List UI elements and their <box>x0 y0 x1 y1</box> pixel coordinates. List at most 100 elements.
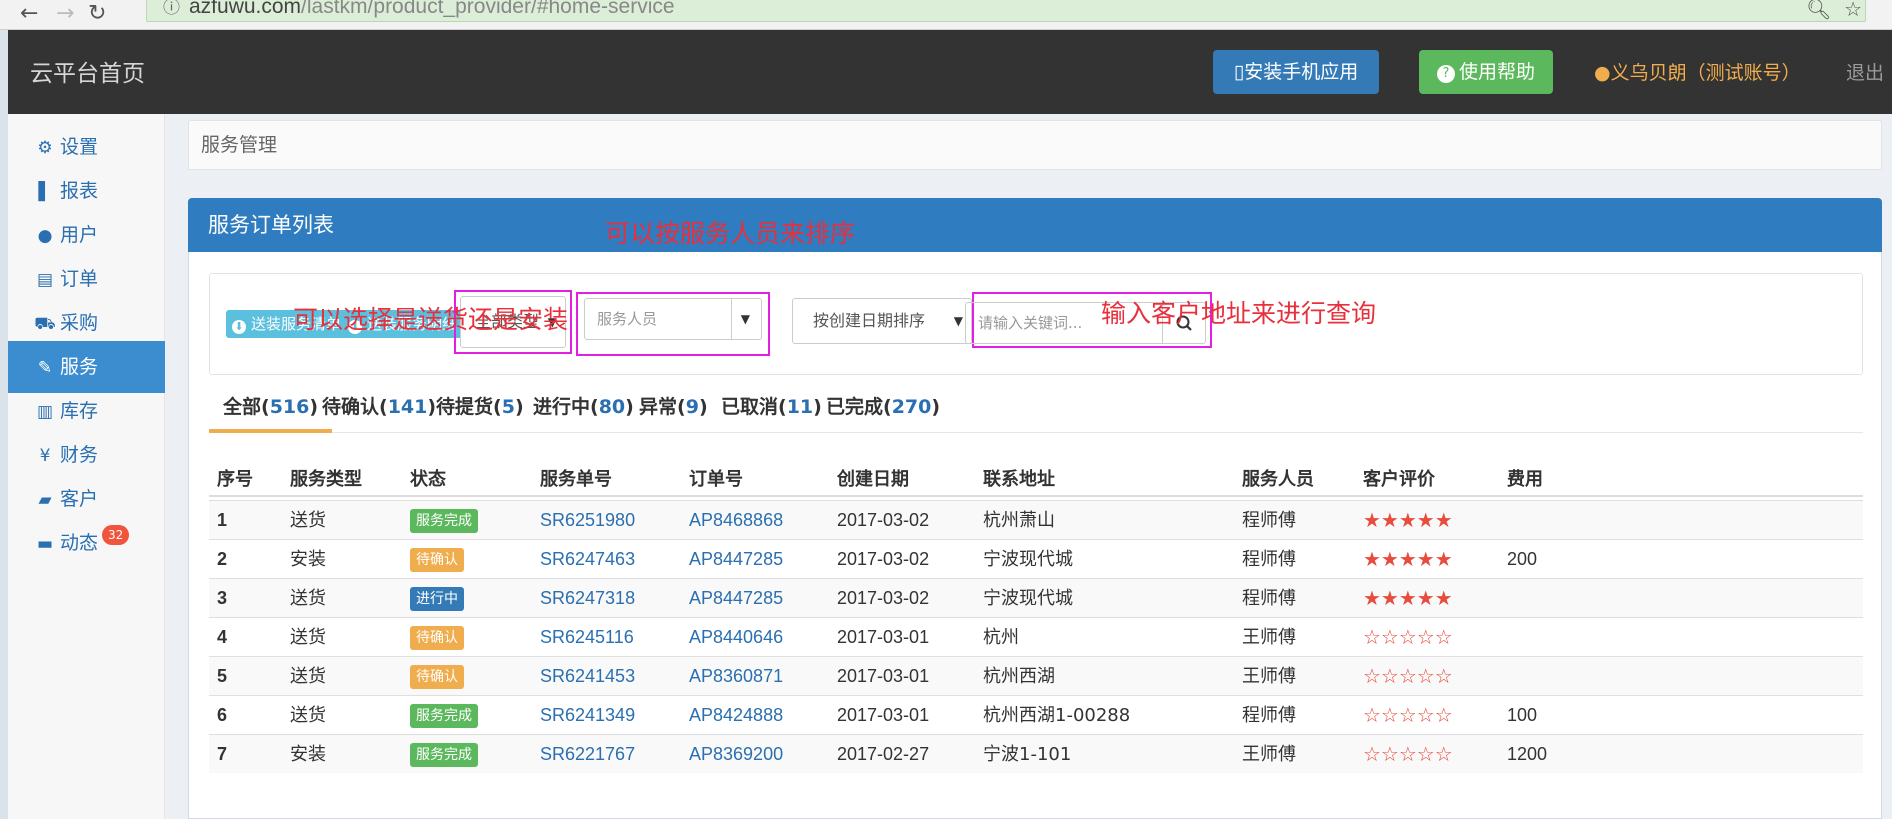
service-number-link[interactable]: SR6251980 <box>540 501 635 540</box>
customer-rating: ☆☆☆☆☆ <box>1363 657 1453 696</box>
column-header[interactable]: 联系地址 <box>983 458 1055 505</box>
status-cell: 待确认 <box>410 657 464 696</box>
service-number-link[interactable]: SR6241453 <box>540 657 635 696</box>
column-header[interactable]: 序号 <box>217 458 253 505</box>
status-badge: 待确认 <box>410 665 464 690</box>
contact-address: 杭州萧山 <box>983 510 1055 531</box>
service-number-link[interactable]: SR6221767 <box>540 735 635 774</box>
order-number-link[interactable]: AP8369200 <box>689 735 783 774</box>
tab-label: 已完成 <box>826 396 884 418</box>
star-rating-icon: ☆☆☆☆☆ <box>1363 664 1453 688</box>
order-number-link[interactable]: AP8447285 <box>689 579 783 618</box>
tab-count: 270 <box>891 396 932 418</box>
tab-count: 9 <box>685 396 699 418</box>
window-edge <box>0 30 8 819</box>
contact-address: 宁波现代城 <box>983 588 1073 609</box>
created-date: 2017-03-01 <box>837 627 930 647</box>
row-index: 7 <box>217 744 228 764</box>
order-number-link[interactable]: AP8447285 <box>689 540 783 579</box>
order-number-link[interactable]: AP8424888 <box>689 696 783 735</box>
service-number-link[interactable]: SR6241349 <box>540 696 635 735</box>
customer-rating: ☆☆☆☆☆ <box>1363 735 1453 774</box>
caret-down-icon: ▼ <box>740 312 750 326</box>
download-icon: ⬇ <box>232 320 246 334</box>
toolbar-icons: 🔍︎ ☆ <box>1806 0 1862 21</box>
tab-status-1[interactable]: 待确认(141) <box>322 389 436 433</box>
status-cell: 服务完成 <box>410 696 478 735</box>
star-rating-icon: ☆☆☆☆☆ <box>1363 703 1453 727</box>
select-divider <box>731 299 732 339</box>
tab-status-5[interactable]: 已取消(11) <box>721 389 822 433</box>
service-number-link[interactable]: SR6247463 <box>540 540 635 579</box>
tab-all[interactable]: 全部(516) <box>209 389 333 433</box>
reload-icon[interactable]: ↻ <box>88 1 106 26</box>
service-number-link[interactable]: SR6247318 <box>540 579 635 618</box>
tab-status-6[interactable]: 已完成(270) <box>826 389 940 433</box>
service-number-link[interactable]: SR6245116 <box>540 618 634 657</box>
url-field[interactable]: ⓘ azfuwu.com/lastkm/product_provider/#ho… <box>146 0 1866 22</box>
tab-label: 待提货 <box>436 396 494 418</box>
logout-link[interactable]: 退出 <box>1846 58 1884 85</box>
column-header[interactable]: 服务类型 <box>290 458 362 505</box>
annotation-search: 输入客户地址来进行查询 <box>1101 299 1377 328</box>
table-row[interactable]: 7 安装 服务完成 SR6221767 AP8369200 2017-02-27 宁波1-1… <box>209 734 1863 773</box>
breadcrumb: 服务管理 <box>188 120 1882 170</box>
brand-home-link[interactable]: 云平台首页 <box>30 54 145 88</box>
service-type: 送货 <box>290 588 326 609</box>
comment-icon: ▬ <box>36 534 54 554</box>
sidebar-item-label: 设置 <box>60 136 99 158</box>
column-header[interactable]: 订单号 <box>689 458 743 505</box>
tab-status-3[interactable]: 进行中(80) <box>533 389 634 433</box>
sidebar-item-label: 报表 <box>60 180 99 202</box>
customer-rating: ☆☆☆☆☆ <box>1363 696 1453 735</box>
tab-count: 80 <box>598 396 626 418</box>
sidebar-item-comment[interactable]: ▬ 动态 32 <box>8 517 165 569</box>
tab-status-4[interactable]: 异常(9) <box>639 389 708 433</box>
url-host: azfuwu.com <box>189 0 302 18</box>
status-badge: 待确认 <box>410 626 464 651</box>
sidebar-item-label: 用户 <box>60 224 99 246</box>
column-header[interactable]: 费用 <box>1507 458 1543 505</box>
contact-address: 杭州西湖 <box>983 666 1055 687</box>
created-date: 2017-03-02 <box>837 588 930 608</box>
tab-status-2[interactable]: 待提货(5) <box>436 389 524 433</box>
table-row[interactable]: 2 安装 待确认 SR6247463 AP8447285 2017-03-02 宁波现代城 程… <box>209 539 1863 578</box>
row-index: 1 <box>217 510 228 530</box>
service-staff-placeholder: 服务人员 <box>597 310 658 328</box>
user-account-link[interactable]: ●义乌贝朗（测试账号） <box>1594 58 1801 85</box>
status-tabs: 全部(516) 待确认(141) 待提货(5) 进行中(80) 异常(9) 已取消(11)… <box>209 389 1863 433</box>
help-label: 使用帮助 <box>1458 61 1535 83</box>
bookmark-star-icon[interactable]: ☆ <box>1844 0 1862 21</box>
column-header[interactable]: 服务人员 <box>1242 458 1314 505</box>
sidebar-item-label: 财务 <box>60 444 99 466</box>
column-header[interactable]: 服务单号 <box>540 458 612 505</box>
created-date: 2017-03-02 <box>837 549 930 569</box>
service-staff-select[interactable]: 服务人员 ▼ <box>584 298 762 340</box>
table-row[interactable]: 6 送货 服务完成 SR6241349 AP8424888 2017-03-01 杭州西湖1… <box>209 695 1863 734</box>
forward-arrow-icon[interactable]: → <box>56 1 74 26</box>
service-type: 送货 <box>290 510 326 531</box>
install-app-button[interactable]: ▯安装手机应用 <box>1213 50 1379 94</box>
sort-select[interactable]: 按创建日期排序 ▼ <box>792 298 972 344</box>
tab-label: 已取消 <box>721 396 779 418</box>
back-arrow-icon[interactable]: ← <box>20 1 38 26</box>
help-button[interactable]: ? 使用帮助 <box>1419 50 1553 94</box>
status-badge: 服务完成 <box>410 743 478 768</box>
table-row[interactable]: 3 送货 进行中 SR6247318 AP8447285 2017-03-02 宁波现代城 程… <box>209 578 1863 617</box>
column-header[interactable]: 状态 <box>410 458 446 505</box>
order-number-link[interactable]: AP8440646 <box>689 618 783 657</box>
column-header[interactable]: 客户评价 <box>1363 458 1435 505</box>
table-row[interactable]: 5 送货 待确认 SR6241453 AP8360871 2017-03-01 杭州西湖 王师… <box>209 656 1863 695</box>
top-navbar: 云平台首页 ▯安装手机应用 ? 使用帮助 ●义乌贝朗（测试账号） 退出 <box>8 30 1892 114</box>
table-row[interactable]: 4 送货 待确认 SR6245116 AP8440646 2017-03-01 杭州 王师傅 ☆… <box>209 617 1863 656</box>
info-icon[interactable]: ⓘ <box>163 0 180 20</box>
install-app-label: 安装手机应用 <box>1244 61 1359 83</box>
table-row[interactable]: 1 送货 服务完成 SR6251980 AP8468868 2017-03-02 杭州萧山 程… <box>209 500 1863 539</box>
service-staff: 程师傅 <box>1242 588 1296 609</box>
zoom-icon[interactable]: 🔍︎ <box>1806 0 1831 21</box>
column-header[interactable]: 创建日期 <box>837 458 909 505</box>
contact-address: 宁波1-101 <box>983 744 1072 765</box>
order-number-link[interactable]: AP8468868 <box>689 501 783 540</box>
service-staff: 程师傅 <box>1242 510 1296 531</box>
order-number-link[interactable]: AP8360871 <box>689 657 783 696</box>
